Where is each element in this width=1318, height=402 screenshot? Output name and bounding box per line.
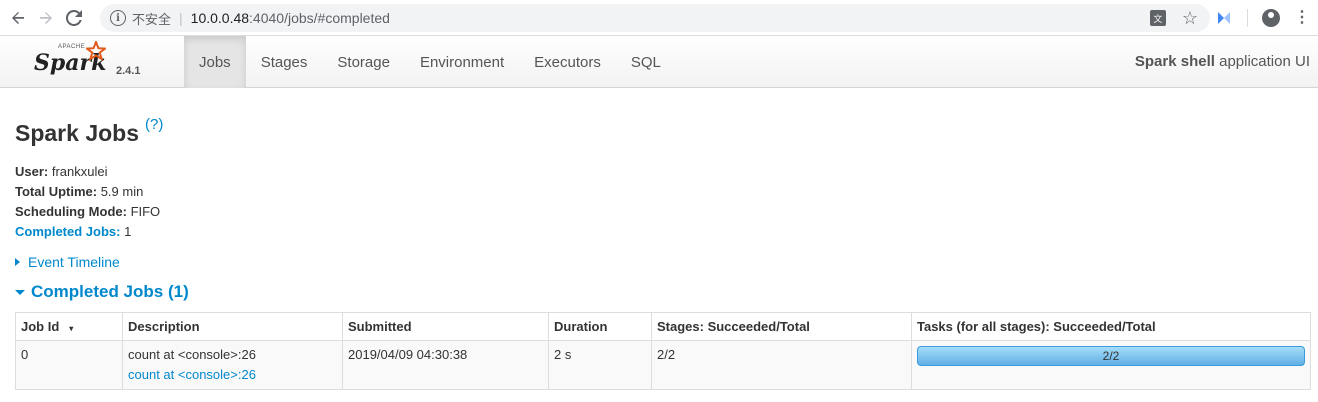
completed-jobs-header[interactable]: Completed Jobs (1): [15, 280, 1310, 304]
header-job-id[interactable]: Job Id ▾: [15, 312, 123, 341]
main-content: Spark Jobs (?) User: frankxulei Total Up…: [0, 116, 1318, 390]
description-link[interactable]: count at <console>:26: [128, 365, 337, 385]
account-icon[interactable]: [1262, 9, 1280, 27]
completed-jobs-table: Job Id ▾ Description Submitted Duration S…: [15, 312, 1311, 390]
bookmark-star-icon[interactable]: ☆: [1182, 8, 1198, 29]
cell-submitted: 2019/04/09 04:30:38: [342, 340, 549, 390]
completed-jobs-title: Completed Jobs (1): [31, 282, 189, 301]
header-tasks[interactable]: Tasks (for all stages): Succeeded/Total: [911, 312, 1311, 341]
arrow-right-icon: [40, 11, 52, 24]
completed-jobs-link[interactable]: Completed Jobs:: [15, 224, 120, 239]
header-description[interactable]: Description: [122, 312, 343, 341]
summary-mode: Scheduling Mode: FIFO: [15, 202, 1310, 222]
cell-stages: 2/2: [651, 340, 912, 390]
caret-down-icon: [15, 289, 25, 295]
browser-toolbar: i 不安全 | 10.0.0.48:4040/jobs/#completed 文…: [0, 0, 1318, 36]
translate-icon[interactable]: 文: [1149, 10, 1166, 26]
spark-star-icon: [86, 41, 106, 61]
page-title-row: Spark Jobs (?): [15, 116, 1310, 148]
cell-description: count at <console>:26 count at <console>…: [122, 340, 343, 390]
job-summary: User: frankxulei Total Uptime: 5.9 min S…: [15, 162, 1310, 242]
tab-sql[interactable]: SQL: [616, 36, 676, 88]
tab-storage[interactable]: Storage: [322, 36, 405, 88]
sort-desc-icon: ▾: [69, 324, 74, 333]
info-icon[interactable]: i: [110, 10, 126, 26]
toolbar-divider: [1247, 9, 1248, 27]
event-timeline-label: Event Timeline: [28, 254, 120, 270]
summary-user: User: frankxulei: [15, 162, 1310, 182]
user-value: frankxulei: [48, 164, 108, 179]
tab-executors[interactable]: Executors: [519, 36, 616, 88]
table-header-row: Job Id ▾ Description Submitted Duration S…: [15, 312, 1311, 341]
omnibox-separator: |: [179, 10, 183, 26]
tab-jobs[interactable]: Jobs: [184, 36, 246, 88]
tab-environment[interactable]: Environment: [405, 36, 519, 88]
tab-stages[interactable]: Stages: [246, 36, 323, 88]
uptime-value: 5.9 min: [97, 184, 144, 199]
event-timeline-toggle[interactable]: Event Timeline: [15, 252, 1310, 272]
mode-value: FIFO: [126, 204, 161, 219]
summary-uptime: Total Uptime: 5.9 min: [15, 182, 1310, 202]
app-name-bold: Spark shell: [1134, 53, 1215, 70]
cell-tasks: 2/2: [911, 340, 1311, 390]
completed-value: 1: [120, 224, 132, 239]
url-path: :4040/jobs/#completed: [249, 10, 390, 26]
menu-kebab-icon[interactable]: ⋮: [1294, 10, 1310, 26]
uptime-label: Total Uptime:: [15, 184, 98, 199]
url-host: 10.0.0.48: [190, 10, 250, 26]
page-title: Spark Jobs: [15, 120, 139, 146]
security-label: 不安全: [132, 11, 172, 27]
header-duration[interactable]: Duration: [548, 312, 652, 341]
spark-version: 2.4.1: [116, 65, 141, 77]
caret-right-icon: [15, 258, 20, 266]
mode-label: Scheduling Mode:: [15, 204, 127, 219]
reload-button[interactable]: [60, 4, 88, 32]
arrow-left-icon: [12, 11, 24, 24]
table-row: 0 count at <console>:26 count at <consol…: [15, 340, 1311, 390]
header-job-id-label: Job Id: [21, 319, 60, 334]
extension-icon[interactable]: [1215, 9, 1233, 27]
cell-job-id: 0: [15, 340, 123, 390]
forward-button[interactable]: [32, 4, 60, 32]
cell-duration: 2 s: [548, 340, 652, 390]
tasks-progress-bar: 2/2: [917, 346, 1305, 366]
user-label: User:: [15, 164, 49, 179]
summary-completed: Completed Jobs: 1: [15, 222, 1310, 242]
back-button[interactable]: [4, 4, 32, 32]
reload-icon: [66, 9, 82, 26]
help-link[interactable]: (?): [145, 116, 163, 133]
app-name-rest: application UI: [1214, 53, 1310, 70]
header-submitted[interactable]: Submitted: [342, 312, 549, 341]
description-text: count at <console>:26: [128, 347, 256, 362]
app-name: Spark shell application UI: [1135, 53, 1310, 70]
header-stages[interactable]: Stages: Succeeded/Total: [651, 312, 912, 341]
spark-brand[interactable]: APACHE Spark 2.4.1: [0, 36, 168, 88]
nav-tabs: Jobs Stages Storage Environment Executor…: [184, 36, 676, 88]
spark-navbar: APACHE Spark 2.4.1 Jobs Stages Storage E…: [0, 36, 1318, 88]
address-bar[interactable]: i 不安全 | 10.0.0.48:4040/jobs/#completed 文…: [100, 4, 1210, 32]
